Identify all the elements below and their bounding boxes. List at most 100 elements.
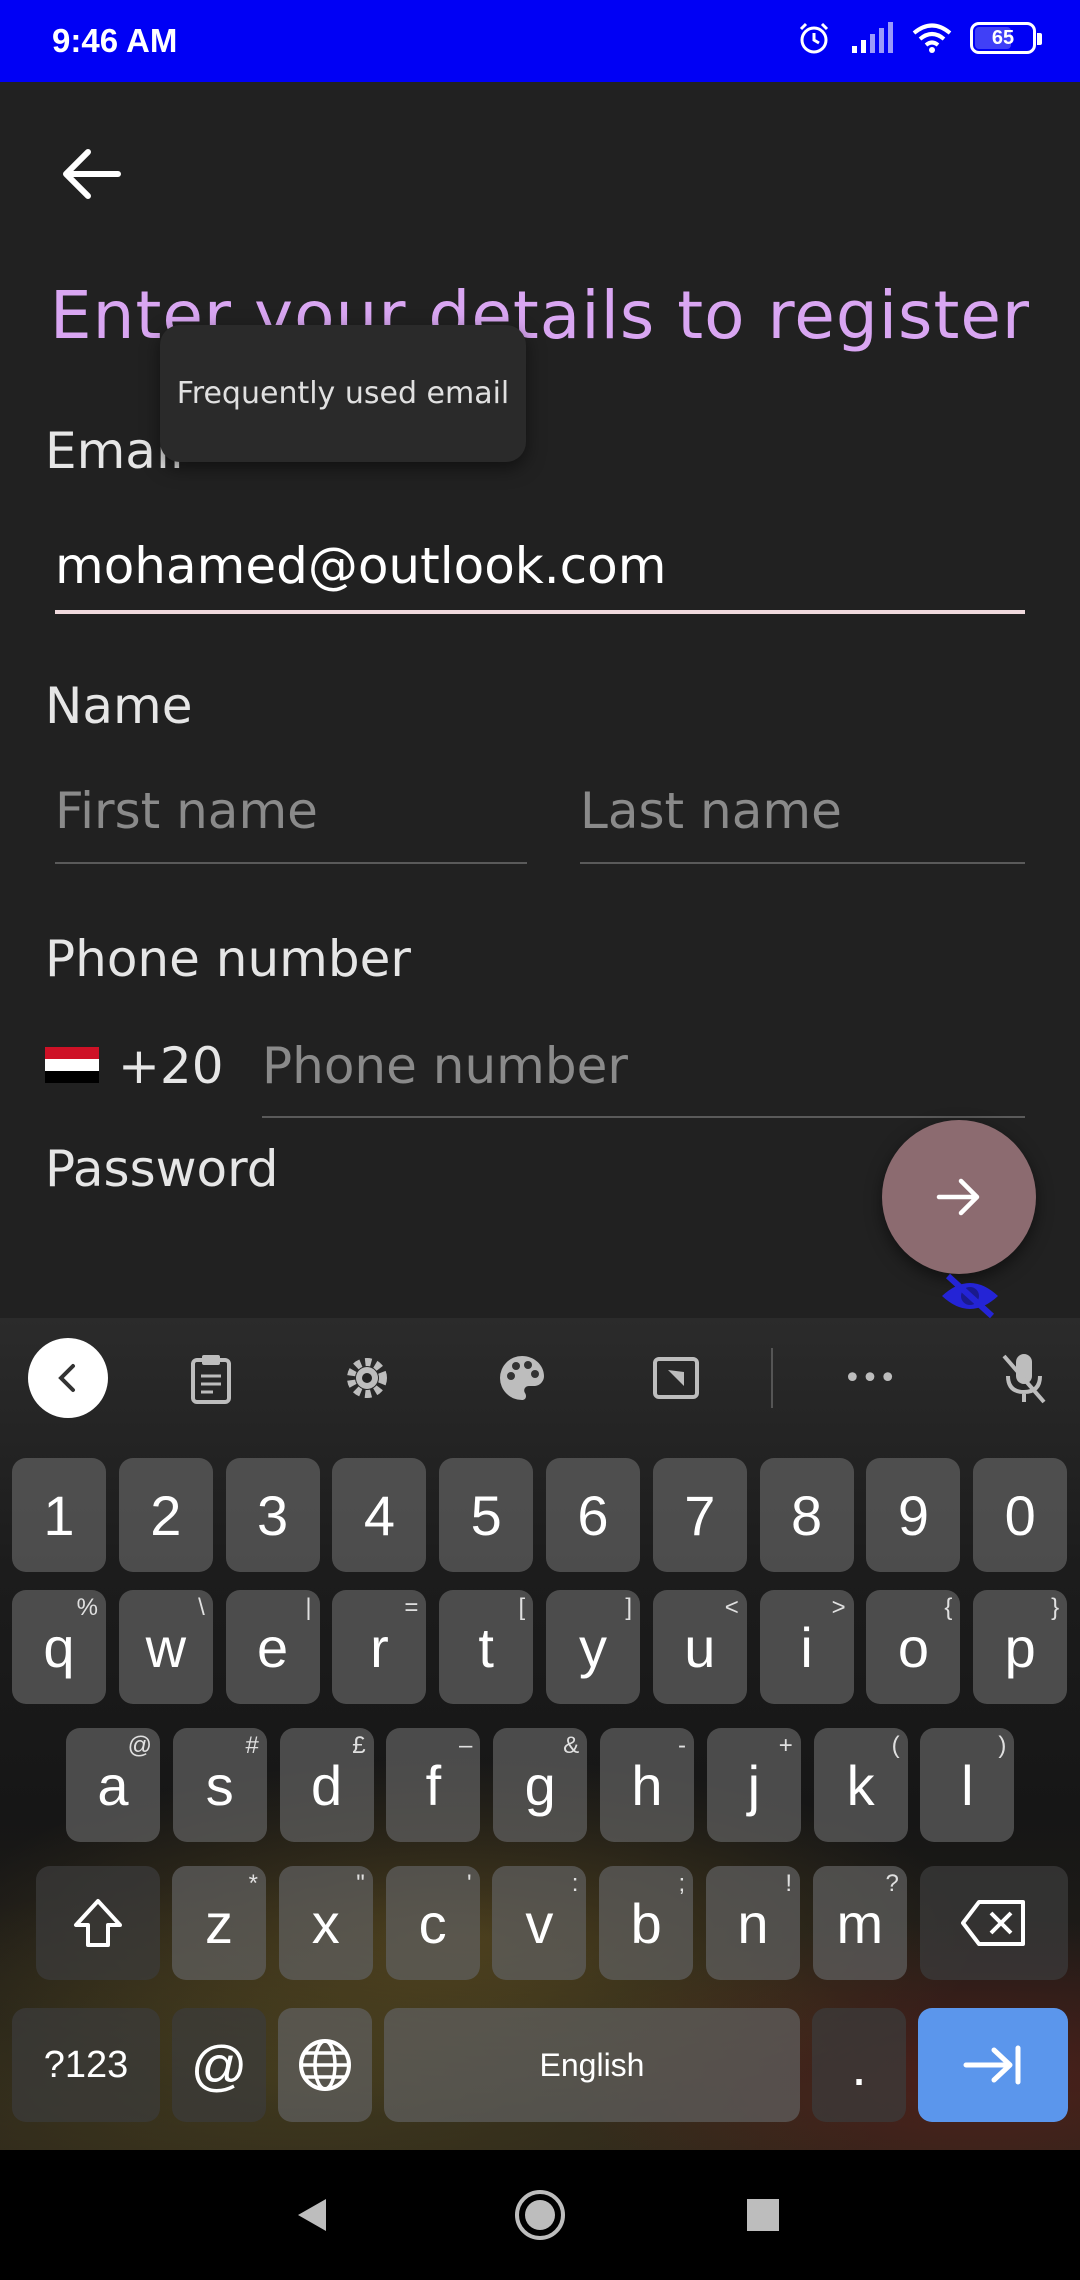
number-9-key[interactable]: 9 <box>866 1458 961 1572</box>
recents-square-icon[interactable] <box>728 2180 798 2250</box>
key-label: d <box>311 1753 343 1817</box>
enter-key[interactable] <box>918 2008 1068 2122</box>
number-5-key[interactable]: 5 <box>439 1458 534 1572</box>
eye-off-icon[interactable] <box>938 1272 1002 1320</box>
back-arrow-icon[interactable] <box>52 134 132 214</box>
letter-y-key[interactable]: y] <box>546 1590 640 1704</box>
letter-v-key[interactable]: v: <box>492 1866 587 1980</box>
letter-i-key[interactable]: i > <box>759 1590 854 1704</box>
email-underline <box>55 610 1025 614</box>
clipboard-icon[interactable] <box>171 1338 251 1418</box>
settings-icon[interactable] <box>327 1338 407 1418</box>
key-label: h <box>631 1753 663 1817</box>
language-key[interactable] <box>278 2008 372 2122</box>
letter-z-key[interactable]: z * <box>172 1866 266 1980</box>
suggestion-text: Frequently used email <box>176 376 510 411</box>
key-hint: £ <box>352 1732 366 1759</box>
letter-g-key[interactable]: g & <box>493 1728 588 1842</box>
password-label: Password <box>45 1140 279 1198</box>
key-label: 8 <box>791 1483 823 1547</box>
globe-icon <box>299 2039 351 2091</box>
key-label: c <box>418 1891 447 1955</box>
resize-icon[interactable] <box>636 1338 716 1418</box>
number-6-key[interactable]: 6 <box>546 1458 640 1572</box>
letter-n-key[interactable]: n! <box>706 1866 800 1980</box>
letter-c-key[interactable]: c ' <box>385 1866 480 1980</box>
tab-next-icon <box>963 2045 1021 2085</box>
egypt-flag-icon[interactable] <box>45 1047 99 1083</box>
number-4-key[interactable]: 4 <box>332 1458 427 1572</box>
letter-u-key[interactable]: u < <box>652 1590 747 1704</box>
letter-p-key[interactable]: p} <box>973 1590 1068 1704</box>
key-label: 6 <box>577 1483 609 1547</box>
key-label: x <box>311 1891 340 1955</box>
letter-t-key[interactable]: t[ <box>439 1590 534 1704</box>
number-8-key[interactable]: 8 <box>759 1458 854 1572</box>
shift-key[interactable] <box>36 1866 160 1980</box>
number-7-key[interactable]: 7 <box>652 1458 747 1572</box>
country-code[interactable]: +20 <box>118 1037 224 1095</box>
letter-o-key[interactable]: o{ <box>866 1590 961 1704</box>
number-1-key[interactable]: 1 <box>12 1458 106 1572</box>
letter-b-key[interactable]: b; <box>599 1866 694 1980</box>
at-key[interactable]: @ <box>172 2008 266 2122</box>
key-hint: ) <box>998 1732 1007 1759</box>
status-icons: 65 <box>796 20 1042 56</box>
register-screen: Enter your details to register Email moh… <box>0 82 1080 1320</box>
collapse-icon[interactable] <box>28 1338 108 1418</box>
battery-level: 65 <box>991 26 1015 49</box>
letter-a-key[interactable]: a @ <box>66 1728 160 1842</box>
key-hint: > <box>831 1594 846 1621</box>
letter-f-key[interactable]: f – <box>386 1728 481 1842</box>
key-label: i <box>800 1615 813 1679</box>
next-button[interactable] <box>882 1120 1036 1274</box>
key-label: e <box>257 1615 289 1679</box>
key-label: u <box>684 1615 716 1679</box>
arrow-right-icon <box>936 1178 980 1216</box>
key-label: w <box>145 1615 187 1679</box>
letter-j-key[interactable]: j + <box>706 1728 801 1842</box>
more-icon[interactable]: ••• <box>830 1338 910 1418</box>
back-triangle-icon[interactable] <box>277 2180 347 2250</box>
letter-q-key[interactable]: q% <box>12 1590 106 1704</box>
key-hint: % <box>76 1594 98 1621</box>
email-suggestion-tooltip[interactable]: Frequently used email <box>160 325 526 462</box>
number-3-key[interactable]: 3 <box>225 1458 320 1572</box>
letter-r-key[interactable]: r = <box>332 1590 427 1704</box>
letter-m-key[interactable]: m? <box>812 1866 907 1980</box>
letter-e-key[interactable]: e | <box>225 1590 320 1704</box>
number-2-key[interactable]: 2 <box>118 1458 213 1572</box>
name-label: Name <box>45 677 193 735</box>
letter-h-key[interactable]: h- <box>600 1728 694 1842</box>
home-circle-icon[interactable] <box>505 2180 575 2250</box>
backspace-key[interactable] <box>920 1866 1068 1980</box>
key-label: y <box>579 1615 607 1679</box>
mic-off-icon[interactable] <box>984 1338 1064 1418</box>
key-hint: - <box>678 1732 686 1759</box>
key-hint: ; <box>678 1870 686 1897</box>
letter-k-key[interactable]: k( <box>813 1728 908 1842</box>
letter-d-key[interactable]: d £ <box>279 1728 374 1842</box>
letter-x-key[interactable]: x " <box>278 1866 373 1980</box>
phone-input[interactable]: Phone number <box>262 1037 628 1095</box>
keyboard-toolbar: ••• <box>0 1318 1080 1438</box>
letter-s-key[interactable]: s # <box>172 1728 267 1842</box>
period-key[interactable]: . <box>812 2008 906 2122</box>
letter-l-key[interactable]: l) <box>920 1728 1015 1842</box>
key-label: 3 <box>257 1483 289 1547</box>
key-hint: ? <box>885 1870 899 1897</box>
key-label: b <box>630 1891 662 1955</box>
key-hint: ( <box>891 1732 900 1759</box>
key-hint: & <box>563 1732 580 1759</box>
space-key[interactable]: English <box>384 2008 800 2122</box>
key-hint: ! <box>785 1870 792 1897</box>
palette-icon[interactable] <box>482 1338 562 1418</box>
key-label: 4 <box>363 1483 395 1547</box>
symbols-key[interactable]: ?123 <box>12 2008 160 2122</box>
email-field[interactable]: mohamed@outlook.com <box>55 537 666 595</box>
first-name-input[interactable]: First name <box>55 782 318 840</box>
key-label: j <box>747 1753 761 1817</box>
last-name-input[interactable]: Last name <box>580 782 842 840</box>
letter-w-key[interactable]: w \ <box>118 1590 213 1704</box>
number-0-key[interactable]: 0 <box>973 1458 1068 1572</box>
